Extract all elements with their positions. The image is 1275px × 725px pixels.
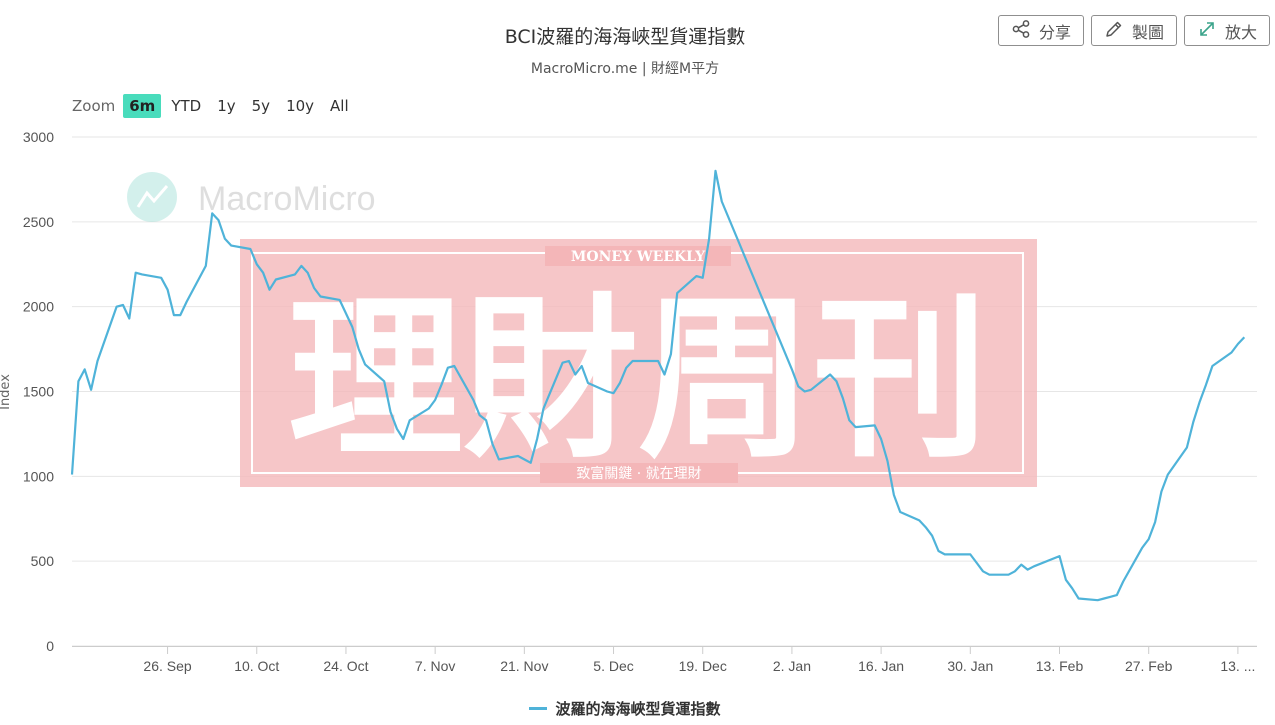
x-tick-label: 24. Oct [323,658,368,674]
money-weekly-stamp: MONEY WEEKLY 理財周刊 致富關鍵 · 就在理財 [240,239,1037,487]
x-tick-label: 7. Nov [415,658,455,674]
y-tick-label: 3000 [23,129,54,145]
legend-line-marker [529,707,548,710]
share-button[interactable]: 分享 [997,15,1084,46]
x-tick-label: 30. Jan [947,658,993,674]
x-tick-label: 21. Nov [500,658,548,674]
stamp-top-text: MONEY WEEKLY [571,249,706,265]
x-tick-label: 27. Feb [1125,658,1173,674]
zoom-1y-button[interactable]: 1y [211,94,241,118]
zoom-ytd-button[interactable]: YTD [165,94,207,118]
zoom-selector: Zoom 6m YTD 1y 5y 10y All [72,94,355,118]
pencil-icon [1104,19,1124,43]
expand-icon [1197,19,1217,43]
share-button-label: 分享 [1038,22,1071,42]
share-icon [1011,19,1031,43]
y-tick-label: 1500 [23,384,54,400]
enlarge-button[interactable]: 放大 [1183,15,1270,46]
legend-series-label: 波羅的海海峽型貨運指數 [555,700,721,718]
y-tick-label: 2500 [23,214,54,230]
y-tick-label: 500 [31,553,55,569]
y-tick-label: 0 [46,638,54,654]
x-tick-label: 16. Jan [858,658,904,674]
y-tick-label: 1000 [23,468,54,484]
macromicro-watermark: MacroMicro [127,172,376,222]
enlarge-button-label: 放大 [1224,22,1257,42]
draw-button-label: 製圖 [1131,22,1164,42]
toolbar: 分享 製圖 放大 [997,15,1270,46]
zoom-5y-button[interactable]: 5y [246,94,276,118]
draw-button[interactable]: 製圖 [1090,15,1177,46]
x-tick-label: 5. Dec [593,658,633,674]
zoom-label: Zoom [72,97,116,115]
x-tick-label: 26. Sep [143,658,191,674]
chart-legend[interactable]: 波羅的海海峽型貨運指數 [0,698,1250,719]
x-tick-label: 2. Jan [773,658,811,674]
x-tick-label: 10. Oct [234,658,279,674]
zoom-10y-button[interactable]: 10y [280,94,320,118]
y-axis-label: Index [0,374,13,410]
stamp-main-text: 理財周刊 [288,277,988,482]
macromicro-watermark-text: MacroMicro [198,180,376,218]
x-tick-label: 13. Feb [1036,658,1084,674]
zoom-6m-button[interactable]: 6m [123,94,162,118]
stamp-bottom-text: 致富關鍵 · 就在理財 [576,465,701,482]
zoom-all-button[interactable]: All [324,94,355,118]
chart-subtitle: MacroMicro.me | 財經M平方 [530,61,720,77]
x-tick-label: 19. Dec [679,658,727,674]
x-tick-label: 13. ... [1220,658,1255,674]
y-tick-label: 2000 [23,299,54,315]
